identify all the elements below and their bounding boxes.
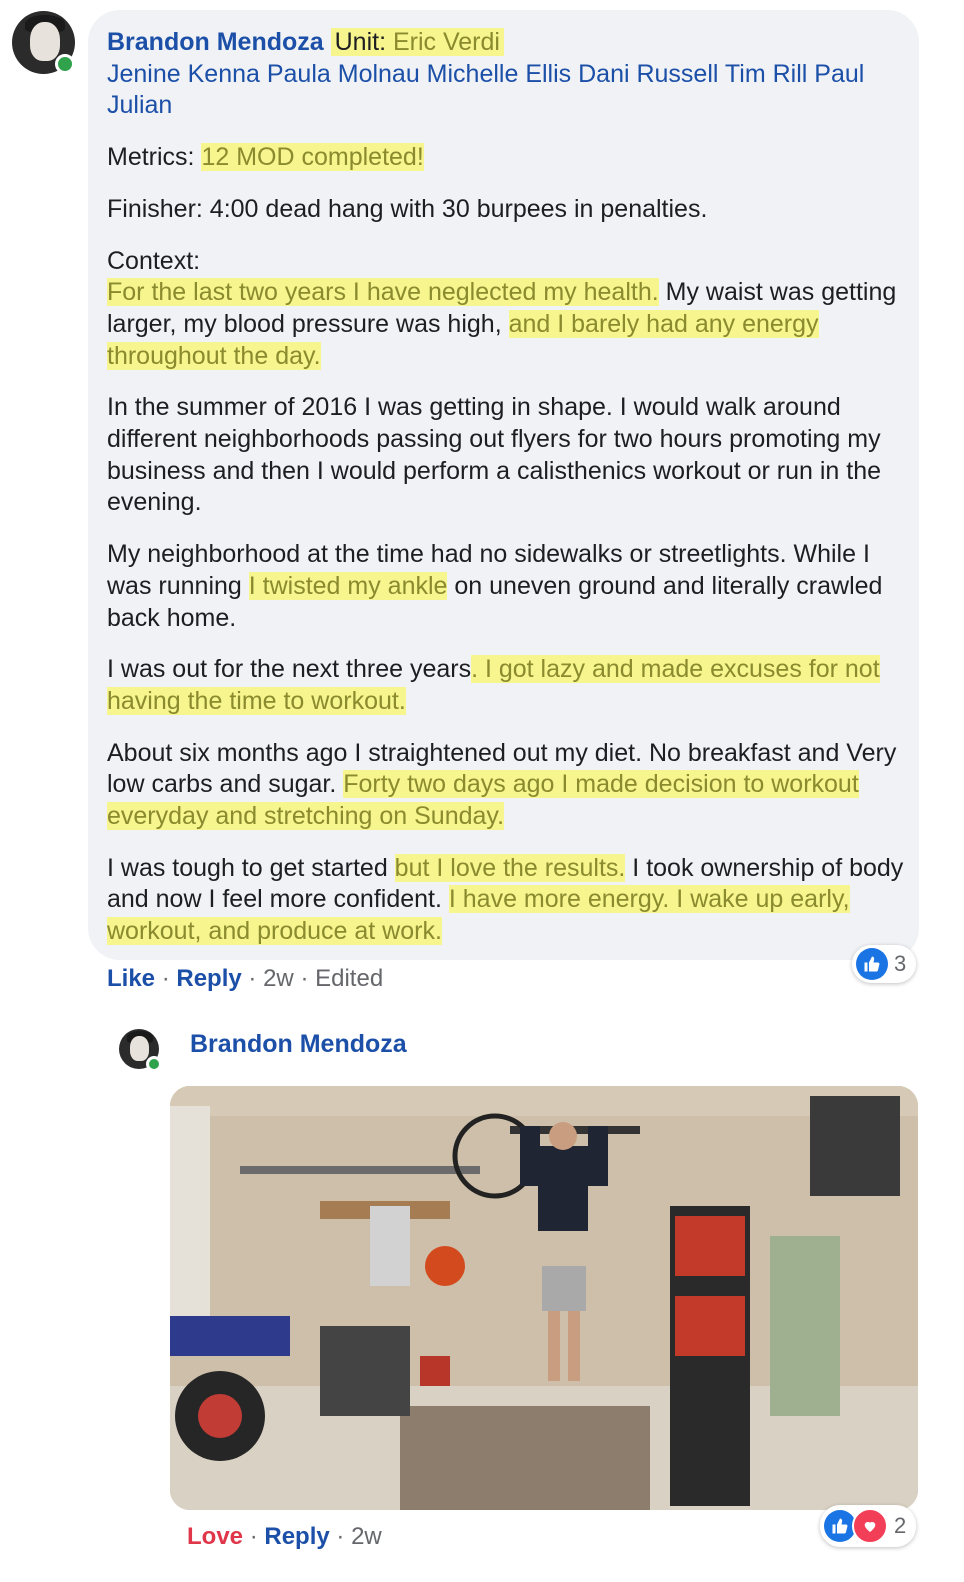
comment-timestamp[interactable]: 2w: [263, 965, 294, 992]
reply-button[interactable]: Reply: [176, 965, 241, 992]
para6-highlight-1: but I love the results.: [394, 853, 626, 882]
paragraph-summer-2016: In the summer of 2016 I was getting in s…: [107, 393, 882, 517]
comment-body: Brandon Mendoza Unit: Eric Verdi Jenine …: [107, 27, 907, 968]
unit-label: Unit: Eric Verdi: [330, 28, 504, 56]
finisher-text: Finisher: 4:00 dead hang with 30 burpees…: [107, 194, 708, 223]
separator: ·: [336, 1523, 345, 1550]
separator: ·: [248, 965, 257, 992]
comment-reaction-count: 3: [894, 951, 907, 976]
tagged-people[interactable]: Jenine Kenna Paula Molnau Michelle Ellis…: [107, 60, 864, 120]
edited-label: Edited: [315, 965, 384, 992]
reply-author-link[interactable]: Brandon Mendoza: [190, 1030, 407, 1059]
love-reaction-icon: [852, 1508, 888, 1544]
separator: ·: [161, 965, 170, 992]
reply-photo[interactable]: [170, 1086, 918, 1510]
separator: ·: [300, 965, 309, 992]
like-reaction-icon: [856, 948, 888, 980]
comment-author-link[interactable]: Brandon Mendoza: [107, 28, 324, 56]
avatar-face: [29, 22, 60, 62]
separator: ·: [249, 1523, 258, 1550]
reply-action-row: Love · Reply · 2w: [187, 1523, 382, 1551]
online-status-icon: [146, 1056, 162, 1072]
para6-text-1: I was tough to get started: [107, 853, 395, 882]
online-status-icon: [55, 54, 75, 74]
reply-button[interactable]: Reply: [264, 1523, 329, 1550]
para3-highlight: I twisted my ankle: [248, 571, 448, 600]
context-label: Context:: [107, 246, 201, 275]
reply-timestamp[interactable]: 2w: [351, 1523, 382, 1550]
avatar-face: [130, 1036, 150, 1061]
love-button[interactable]: Love: [187, 1523, 243, 1550]
reply-reactions[interactable]: 2: [820, 1505, 917, 1547]
metrics-label: Metrics:: [107, 143, 195, 172]
unit-name[interactable]: Eric Verdi: [393, 28, 500, 56]
metrics-value: 12 MOD completed!: [201, 143, 424, 172]
reply-reaction-count: 2: [894, 1513, 907, 1538]
comment-action-row: Like · Reply · 2w · Edited: [107, 965, 383, 993]
context-highlight-1: For the last two years I have neglected …: [107, 278, 659, 307]
garage-scene-illustration: [170, 1086, 918, 1510]
like-button[interactable]: Like: [107, 965, 155, 992]
para4-text-1: I was out for the next three years: [107, 655, 472, 684]
comment-reactions[interactable]: 3: [852, 945, 917, 983]
